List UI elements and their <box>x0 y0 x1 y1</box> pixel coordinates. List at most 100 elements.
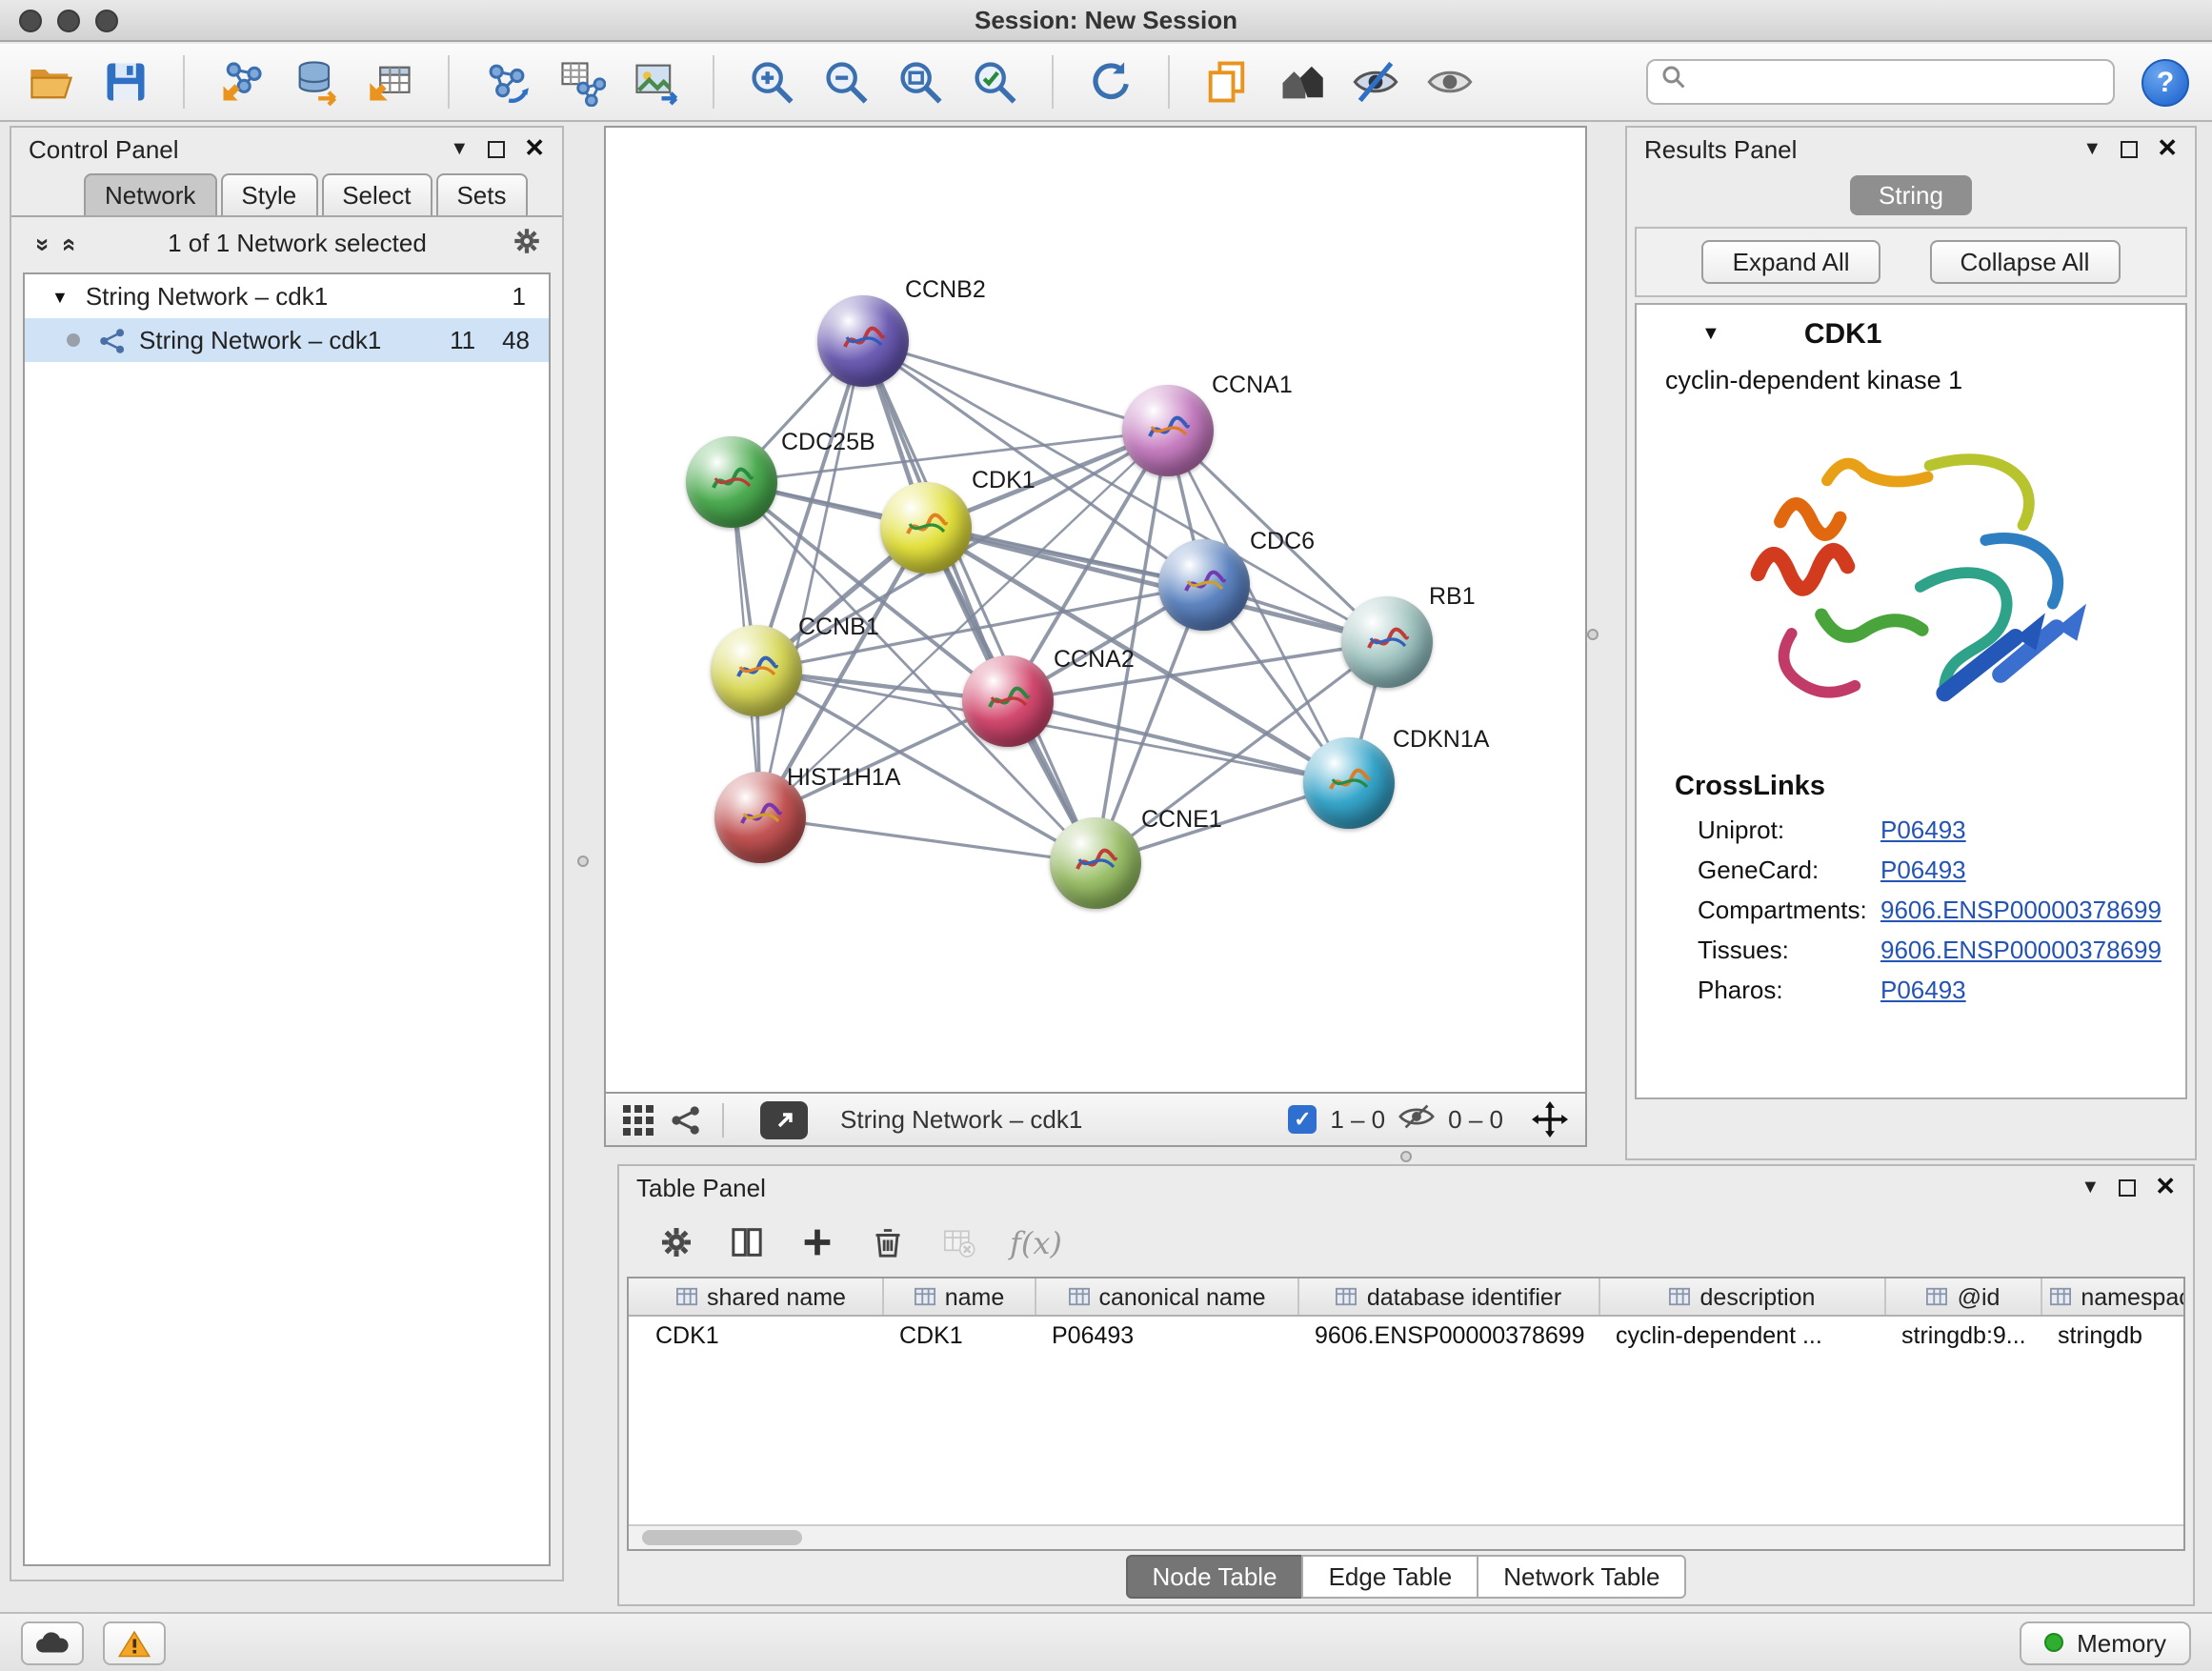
left-divider-handle[interactable] <box>577 856 589 867</box>
table-row[interactable]: CDK1CDK1P064939606.ENSP00000378699cyclin… <box>629 1317 2183 1357</box>
tab-string[interactable]: String <box>1850 175 1972 215</box>
network-node-cdc6[interactable] <box>1158 539 1250 631</box>
import-table-icon[interactable] <box>362 53 419 111</box>
tab-sets[interactable]: Sets <box>435 173 527 215</box>
table-cell[interactable]: stringdb:9... <box>1886 1317 2042 1357</box>
column-header--id[interactable]: @id <box>1886 1278 2042 1315</box>
network-canvas[interactable]: CCNB2CCNA1CDC25BCDK1CDC6RB1CCNB1CCNA2CDK… <box>604 126 1587 1094</box>
tab-style[interactable]: Style <box>220 173 317 215</box>
network-node-ccne1[interactable] <box>1050 817 1141 909</box>
collapse-all-icon[interactable]: » <box>30 230 58 256</box>
memory-button[interactable]: Memory <box>2020 1621 2191 1664</box>
zoom-selected-icon[interactable] <box>966 53 1023 111</box>
network-from-table-icon[interactable] <box>553 53 610 111</box>
panel-menu-icon[interactable]: ▼ <box>450 138 469 159</box>
import-network-icon[interactable] <box>213 53 271 111</box>
panel-close-icon[interactable]: ✕ <box>2157 133 2178 164</box>
pan-crosshair-icon[interactable] <box>1532 1101 1568 1137</box>
hide-selected-icon[interactable] <box>1347 53 1404 111</box>
network-node-cdc25b[interactable] <box>686 436 777 528</box>
expand-all-icon[interactable]: « <box>56 230 85 256</box>
tab-node-table[interactable]: Node Table <box>1125 1555 1303 1599</box>
share-network-icon[interactable] <box>671 1104 701 1135</box>
delete-column-icon[interactable] <box>869 1223 907 1261</box>
crosslink-link[interactable]: 9606.ENSP00000378699 <box>1880 936 2162 964</box>
crosslink-link[interactable]: 9606.ENSP00000378699 <box>1880 896 2162 924</box>
column-header-database-identifier[interactable]: database identifier <box>1299 1278 1600 1315</box>
panel-float-icon[interactable] <box>488 140 505 157</box>
show-columns-icon[interactable] <box>728 1223 766 1261</box>
table-cell[interactable]: stringdb <box>2042 1317 2185 1357</box>
scrollbar-thumb[interactable] <box>642 1530 802 1545</box>
gene-entry-header[interactable]: ▼ CDK1 <box>1637 305 2185 362</box>
hidden-eye-slash-icon[interactable] <box>1398 1103 1435 1136</box>
right-divider-handle[interactable] <box>1587 629 1599 640</box>
column-header-canonical-name[interactable]: canonical name <box>1036 1278 1299 1315</box>
panel-close-icon[interactable]: ✕ <box>2155 1172 2176 1202</box>
save-session-icon[interactable] <box>97 53 154 111</box>
crosslink-link[interactable]: P06493 <box>1880 976 1966 1004</box>
column-header-namespace[interactable]: namespace <box>2042 1278 2185 1315</box>
panel-close-icon[interactable]: ✕ <box>524 133 545 164</box>
tab-edge-table[interactable]: Edge Table <box>1302 1555 1479 1599</box>
panel-menu-icon[interactable]: ▼ <box>2081 1177 2100 1198</box>
selected-checkbox-icon[interactable]: ✓ <box>1288 1105 1317 1134</box>
home-icon[interactable] <box>1273 53 1330 111</box>
network-row[interactable]: String Network – cdk1 11 48 <box>25 318 549 362</box>
tab-network-table[interactable]: Network Table <box>1477 1555 1686 1599</box>
refresh-layout-icon[interactable] <box>1082 53 1139 111</box>
search-input[interactable] <box>1696 69 2100 95</box>
panel-float-icon[interactable] <box>2121 140 2138 157</box>
chevron-down-icon[interactable]: ▼ <box>1701 323 1720 344</box>
copy-style-icon[interactable] <box>1198 53 1256 111</box>
panel-menu-icon[interactable]: ▼ <box>2082 138 2101 159</box>
column-header-description[interactable]: description <box>1600 1278 1886 1315</box>
zoom-window-button[interactable] <box>95 10 118 32</box>
table-cell[interactable]: cyclin-dependent ... <box>1600 1317 1886 1357</box>
collapse-all-button[interactable]: Collapse All <box>1930 240 2121 284</box>
minimize-window-button[interactable] <box>57 10 80 32</box>
new-network-icon[interactable] <box>478 53 535 111</box>
network-options-gear-icon[interactable] <box>511 224 543 262</box>
function-builder-button[interactable]: f(x) <box>1010 1224 1062 1260</box>
horizontal-scrollbar[interactable] <box>629 1524 2183 1549</box>
open-in-new-icon[interactable] <box>760 1100 808 1138</box>
show-all-icon[interactable] <box>1421 53 1478 111</box>
table-cell[interactable]: 9606.ENSP00000378699 <box>1299 1317 1600 1357</box>
network-node-ccna1[interactable] <box>1122 385 1214 476</box>
expand-all-button[interactable]: Expand All <box>1702 240 1880 284</box>
search-box[interactable] <box>1646 59 2115 105</box>
tab-network[interactable]: Network <box>84 173 216 215</box>
bottom-divider-handle[interactable] <box>1400 1151 1412 1162</box>
add-column-icon[interactable] <box>798 1223 836 1261</box>
panel-float-icon[interactable] <box>2119 1178 2136 1196</box>
column-header-shared-name[interactable]: shared name <box>640 1278 884 1315</box>
network-node-ccna2[interactable] <box>962 655 1054 747</box>
warnings-button[interactable] <box>103 1621 166 1664</box>
zoom-in-icon[interactable] <box>743 53 800 111</box>
table-cell[interactable]: CDK1 <box>884 1317 1036 1357</box>
network-node-cdkn1a[interactable] <box>1303 737 1395 829</box>
disclosure-triangle-icon[interactable]: ▼ <box>51 287 69 306</box>
cloud-button[interactable] <box>21 1621 84 1664</box>
column-header-name[interactable]: name <box>884 1278 1036 1315</box>
network-collection-row[interactable]: ▼ String Network – cdk1 1 <box>25 274 549 318</box>
network-node-ccnb2[interactable] <box>817 295 909 387</box>
birds-eye-grid-icon[interactable] <box>623 1104 654 1135</box>
network-node-rb1[interactable] <box>1341 596 1433 688</box>
close-window-button[interactable] <box>19 10 42 32</box>
table-settings-gear-icon[interactable] <box>657 1223 695 1261</box>
crosslink-link[interactable]: P06493 <box>1880 815 1966 844</box>
crosslink-link[interactable]: P06493 <box>1880 856 1966 884</box>
network-node-cdk1[interactable] <box>880 482 972 574</box>
table-cell[interactable]: CDK1 <box>640 1317 884 1357</box>
zoom-fit-icon[interactable] <box>892 53 949 111</box>
export-image-icon[interactable] <box>627 53 684 111</box>
zoom-out-icon[interactable] <box>817 53 875 111</box>
network-node-ccnb1[interactable] <box>711 625 802 716</box>
import-database-icon[interactable] <box>288 53 345 111</box>
tab-select[interactable]: Select <box>321 173 432 215</box>
help-button[interactable]: ? <box>2142 58 2189 106</box>
table-cell[interactable]: P06493 <box>1036 1317 1299 1357</box>
open-session-icon[interactable] <box>23 53 80 111</box>
